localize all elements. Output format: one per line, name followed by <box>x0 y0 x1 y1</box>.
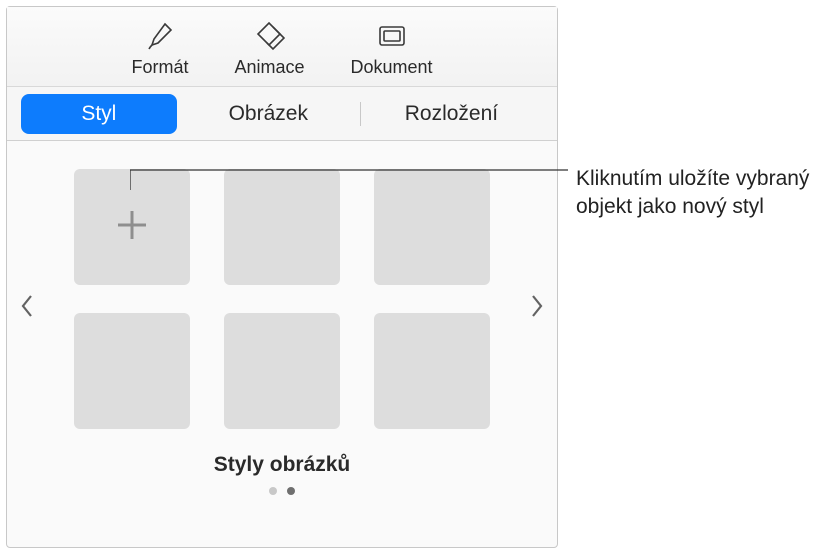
animate-toolbar-item[interactable]: Animace <box>234 19 304 78</box>
page-dot[interactable] <box>287 487 295 495</box>
style-slot[interactable] <box>224 169 340 285</box>
style-slot[interactable] <box>224 313 340 429</box>
add-style-button[interactable] <box>74 169 190 285</box>
tab-layout-label: Rozložení <box>405 102 498 126</box>
paintbrush-icon <box>143 19 177 53</box>
inspector-panel: Formát Animace Dokument Styl Obrázek Roz… <box>6 6 558 548</box>
styles-prev-button[interactable] <box>13 289 41 329</box>
chevron-right-icon <box>530 294 544 325</box>
format-toolbar-label: Formát <box>131 57 188 78</box>
animate-toolbar-label: Animace <box>234 57 304 78</box>
chevron-left-icon <box>20 294 34 325</box>
toolbar: Formát Animace Dokument <box>7 7 557 87</box>
document-toolbar-item[interactable]: Dokument <box>351 19 433 78</box>
style-slot[interactable] <box>374 169 490 285</box>
styles-next-button[interactable] <box>523 289 551 329</box>
page-dot[interactable] <box>269 487 277 495</box>
plus-icon <box>110 203 154 252</box>
style-slot[interactable] <box>74 313 190 429</box>
styles-grid <box>74 169 490 429</box>
page-indicator <box>7 487 557 495</box>
diamond-icon <box>252 19 286 53</box>
tab-image[interactable]: Obrázek <box>177 94 360 134</box>
inspector-tabs: Styl Obrázek Rozložení <box>7 87 557 141</box>
tab-layout[interactable]: Rozložení <box>360 94 543 134</box>
tab-style-label: Styl <box>81 102 116 126</box>
format-toolbar-item[interactable]: Formát <box>131 19 188 78</box>
styles-area: Styly obrázků <box>7 141 557 547</box>
document-icon <box>375 19 409 53</box>
tab-image-label: Obrázek <box>229 102 308 126</box>
callout-add-style: Kliknutím uložíte vybraný objekt jako no… <box>576 165 822 222</box>
tab-style[interactable]: Styl <box>21 94 177 134</box>
styles-section-title: Styly obrázků <box>7 453 557 477</box>
document-toolbar-label: Dokument <box>351 57 433 78</box>
style-slot[interactable] <box>374 313 490 429</box>
